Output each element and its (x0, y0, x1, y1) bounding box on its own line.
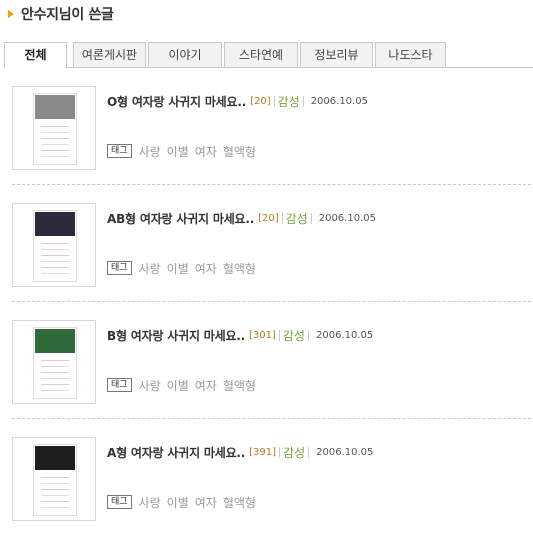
post-thumbnail[interactable] (12, 203, 96, 287)
post-thumbnail[interactable] (12, 86, 96, 170)
tab-star-entertainment[interactable]: 스타연예 (224, 42, 298, 67)
tag-badge: 태그 (107, 144, 132, 158)
item-divider (12, 418, 531, 419)
thumbnail-image (33, 444, 77, 516)
item-divider (12, 184, 531, 185)
tag-row: 태그 사랑 이별 여자 혈액형 (107, 494, 262, 510)
tab-story[interactable]: 이야기 (148, 42, 222, 67)
separator (279, 446, 281, 458)
thumbnail-image (33, 327, 77, 399)
post-title-link[interactable]: A형 여자랑 사귀지 마세요.. (107, 444, 245, 461)
thumbnail-photo (35, 95, 75, 119)
list-item: A형 여자랑 사귀지 마세요.. [391] 감성 2006.10.05 태그 … (12, 437, 533, 524)
thumbnail-photo (35, 446, 75, 470)
post-title-link[interactable]: O형 여자랑 사귀지 마세요.. (107, 93, 246, 110)
tabs-baseline (4, 67, 533, 68)
chevron-right-icon (8, 10, 14, 18)
post-date: 2006.10.05 (310, 95, 368, 107)
tag-link[interactable]: 혈액형 (223, 260, 256, 277)
tag-link[interactable]: 이별 (167, 260, 189, 277)
tab-me-too-star[interactable]: 나도스타 (375, 42, 446, 67)
list-item: B형 여자랑 사귀지 마세요.. [301] 감성 2006.10.05 태그 … (12, 320, 533, 407)
tag-link[interactable]: 여자 (195, 377, 217, 394)
thumbnail-photo (35, 212, 75, 236)
tag-link[interactable]: 사랑 (139, 260, 161, 277)
tag-badge: 태그 (107, 495, 132, 509)
category-link[interactable]: 감성 (283, 327, 305, 344)
tag-link[interactable]: 사랑 (139, 377, 161, 394)
post-thumbnail[interactable] (12, 320, 96, 404)
thumbnail-photo (35, 329, 75, 353)
tag-row: 태그 사랑 이별 여자 혈액형 (107, 260, 262, 276)
tag-link[interactable]: 여자 (195, 260, 217, 277)
item-divider (12, 301, 531, 302)
post-meta-row: O형 여자랑 사귀지 마세요.. [20] 감성 2006.10.05 (107, 93, 368, 109)
comment-count[interactable]: [20] (258, 213, 279, 224)
tag-link[interactable]: 혈액형 (223, 494, 256, 511)
tag-badge: 태그 (107, 378, 132, 392)
post-date: 2006.10.05 (315, 329, 374, 341)
separator (278, 329, 280, 341)
post-date: 2006.10.05 (316, 446, 374, 458)
tab-info-review[interactable]: 정보리뷰 (300, 42, 373, 67)
tag-link[interactable]: 사랑 (139, 143, 161, 160)
post-meta-row: AB형 여자랑 사귀지 마세요.. [20] 감성 2006.10.05 (107, 210, 376, 226)
comment-count[interactable]: [20] (250, 96, 271, 107)
post-meta-row: B형 여자랑 사귀지 마세요.. [301] 감성 2006.10.05 (107, 327, 373, 343)
tag-link[interactable]: 이별 (167, 143, 189, 160)
list-item: O형 여자랑 사귀지 마세요.. [20] 감성 2006.10.05 태그 사… (12, 86, 533, 173)
tag-link[interactable]: 여자 (195, 494, 217, 511)
tag-link[interactable]: 사랑 (139, 494, 161, 511)
comment-count[interactable]: [391] (249, 447, 276, 458)
separator (281, 212, 283, 224)
tag-row: 태그 사랑 이별 여자 혈액형 (107, 377, 262, 393)
tag-link[interactable]: 혈액형 (223, 377, 256, 394)
page-header: 안수지님이 쓴글 (8, 4, 114, 24)
post-date: 2006.10.05 (318, 212, 376, 224)
thumbnail-image (33, 210, 77, 282)
separator (302, 95, 304, 107)
page-title: 안수지님이 쓴글 (21, 7, 114, 23)
tab-all[interactable]: 전체 (4, 42, 67, 68)
separator (310, 212, 312, 224)
category-link[interactable]: 감성 (283, 444, 305, 461)
category-link[interactable]: 감성 (286, 210, 308, 227)
tag-link[interactable]: 이별 (167, 494, 189, 511)
separator (308, 446, 310, 458)
post-thumbnail[interactable] (12, 437, 96, 521)
post-title-link[interactable]: AB형 여자랑 사귀지 마세요.. (107, 210, 254, 227)
post-meta-row: A형 여자랑 사귀지 마세요.. [391] 감성 2006.10.05 (107, 444, 373, 460)
tag-link[interactable]: 여자 (195, 143, 217, 160)
list-item: AB형 여자랑 사귀지 마세요.. [20] 감성 2006.10.05 태그 … (12, 203, 533, 290)
tab-opinion-board[interactable]: 여론게시판 (73, 42, 146, 67)
category-tabs: 전체 여론게시판 이야기 스타연예 정보리뷰 나도스타 (4, 42, 533, 68)
tag-link[interactable]: 혈액형 (223, 143, 256, 160)
post-title-link[interactable]: B형 여자랑 사귀지 마세요.. (107, 327, 245, 344)
tag-link[interactable]: 이별 (167, 377, 189, 394)
separator (273, 95, 275, 107)
comment-count[interactable]: [301] (249, 330, 276, 341)
tag-badge: 태그 (107, 261, 132, 275)
separator (307, 329, 309, 341)
tag-row: 태그 사랑 이별 여자 혈액형 (107, 143, 262, 159)
thumbnail-image (33, 93, 77, 165)
category-link[interactable]: 감성 (278, 93, 300, 110)
